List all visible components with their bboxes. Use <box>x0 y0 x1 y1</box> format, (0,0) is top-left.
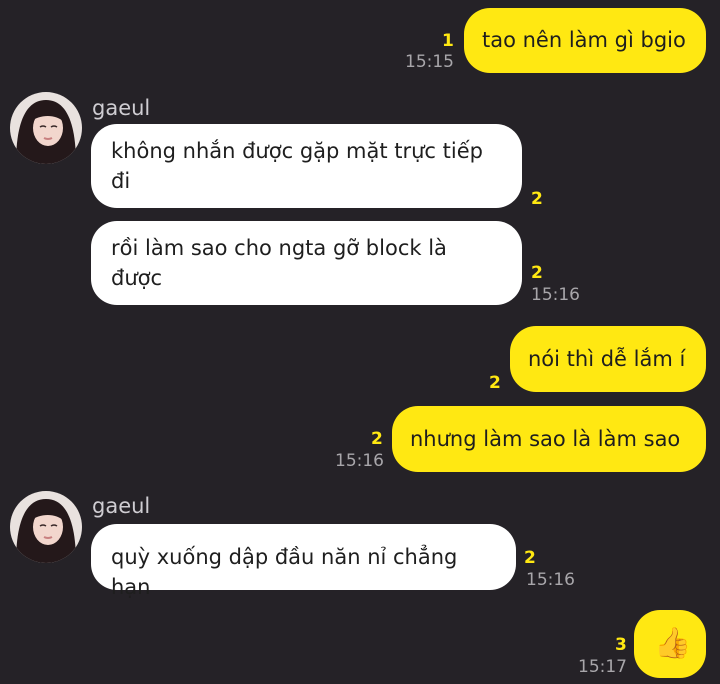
message-bubble-received[interactable]: không nhắn được gặp mặt trực tiếp đi <box>91 124 522 208</box>
message-text: quỳ xuống dập đầu năn nỉ chẳng hạn <box>111 545 465 599</box>
message-timestamp: 15:16 <box>531 285 580 305</box>
message-bubble-sent[interactable]: nhưng làm sao là làm sao <box>392 406 706 472</box>
message-text: nói thì dễ lắm í <box>528 347 686 371</box>
message-bubble-received[interactable]: quỳ xuống dập đầu năn nỉ chẳng hạn <box>91 524 516 599</box>
thumbs-up-icon: 👍 <box>654 626 692 661</box>
message-timestamp: 15:16 <box>335 451 384 471</box>
sender-name: gaeul <box>92 96 151 120</box>
message-timestamp: 15:16 <box>526 570 575 590</box>
avatar[interactable] <box>10 92 82 164</box>
unread-count: 2 <box>489 373 501 393</box>
message-timestamp: 15:15 <box>405 52 454 72</box>
unread-count: 2 <box>371 429 383 449</box>
unread-count: 2 <box>531 263 543 283</box>
message-text: nhưng làm sao là làm sao <box>410 427 681 451</box>
sender-name: gaeul <box>92 494 151 518</box>
avatar[interactable] <box>10 491 82 563</box>
message-text: không nhắn được gặp mặt trực tiếp đi <box>111 139 483 193</box>
message-bubble-sent[interactable]: tao nên làm gì bgio <box>464 8 706 73</box>
message-text: tao nên làm gì bgio <box>482 28 686 52</box>
message-timestamp: 15:17 <box>578 657 627 677</box>
message-bubble-sent[interactable]: nói thì dễ lắm í <box>510 326 706 392</box>
unread-count: 2 <box>531 189 543 209</box>
message-text: rồi làm sao cho ngta gỡ block là được <box>111 236 447 290</box>
message-bubble-received[interactable]: rồi làm sao cho ngta gỡ block là được <box>91 221 522 305</box>
unread-count: 1 <box>442 31 454 51</box>
unread-count: 3 <box>615 635 627 655</box>
message-bubble-sent[interactable]: 👍 <box>634 610 706 678</box>
unread-count: 2 <box>524 548 536 568</box>
